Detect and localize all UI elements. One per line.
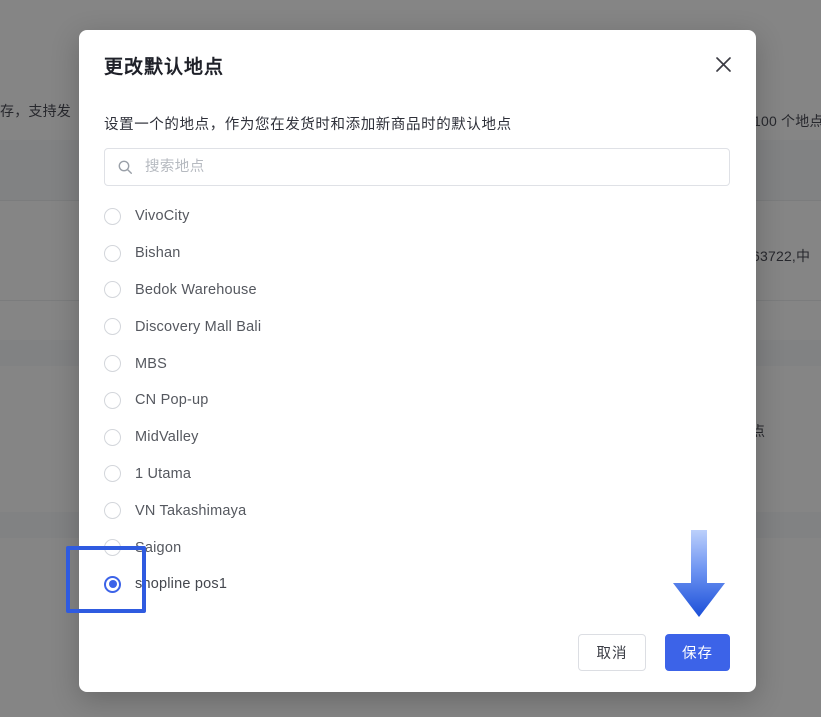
- location-option-label: CN Pop-up: [135, 392, 209, 409]
- dialog-description: 设置一个的地点，作为您在发货时和添加新商品时的默认地点: [104, 117, 512, 133]
- radio-button-icon[interactable]: [104, 428, 121, 446]
- dialog-footer: 取消 保存: [79, 620, 756, 692]
- radio-button-icon[interactable]: [104, 355, 121, 373]
- radio-button-icon[interactable]: [104, 244, 121, 262]
- location-option-list: VivoCity Bishan Bedok Warehouse Discovery M…: [104, 198, 730, 603]
- radio-button-icon[interactable]: [104, 281, 121, 299]
- radio-button-icon[interactable]: [104, 391, 121, 409]
- location-option-label: VN Takashimaya: [135, 502, 247, 519]
- location-option-label: 1 Utama: [135, 465, 192, 482]
- change-default-location-dialog: 更改默认地点 设置一个的地点，作为您在发货时和添加新商品时的默认地点 VivoC…: [79, 30, 756, 692]
- location-option-row[interactable]: VN Takashimaya: [104, 492, 730, 529]
- radio-button-icon[interactable]: [104, 502, 121, 520]
- save-button[interactable]: 保存: [665, 634, 730, 671]
- search-icon: [117, 159, 133, 175]
- location-option-row[interactable]: Bishan: [104, 235, 730, 272]
- location-option-row[interactable]: VivoCity: [104, 198, 730, 235]
- location-option-row[interactable]: 1 Utama: [104, 456, 730, 493]
- location-search-field[interactable]: [104, 148, 730, 186]
- close-icon[interactable]: [707, 48, 739, 80]
- location-option-row[interactable]: MBS: [104, 345, 730, 382]
- radio-button-icon[interactable]: [104, 539, 121, 557]
- location-option-label: MidValley: [135, 429, 199, 446]
- location-option-selected[interactable]: shopline pos1: [104, 566, 730, 603]
- dialog-title: 更改默认地点: [104, 57, 225, 78]
- location-option-label: shopline pos1: [135, 576, 228, 593]
- location-option-label: Discovery Mall Bali: [135, 318, 262, 335]
- location-option-label: Saigon: [135, 539, 182, 556]
- dialog-header: 更改默认地点: [79, 30, 756, 96]
- location-option-row[interactable]: Bedok Warehouse: [104, 272, 730, 309]
- radio-button-icon[interactable]: [104, 318, 121, 336]
- location-option-label: Bishan: [135, 245, 181, 262]
- location-option-label: MBS: [135, 355, 168, 372]
- location-option-row[interactable]: Saigon: [104, 529, 730, 566]
- radio-button-icon[interactable]: [104, 465, 121, 483]
- location-option-label: VivoCity: [135, 208, 190, 225]
- search-input[interactable]: [143, 158, 717, 176]
- location-option-label: Bedok Warehouse: [135, 281, 257, 298]
- location-option-row[interactable]: MidValley: [104, 419, 730, 456]
- location-option-row[interactable]: Discovery Mall Bali: [104, 308, 730, 345]
- cancel-button[interactable]: 取消: [578, 634, 646, 671]
- app-page: 存，支持发 100 个地点 63722,中 点 更改默认地点 设置一个的地点，作…: [0, 0, 821, 717]
- radio-button-icon[interactable]: [104, 207, 121, 225]
- radio-button-icon[interactable]: [104, 575, 121, 593]
- location-option-row[interactable]: CN Pop-up: [104, 382, 730, 419]
